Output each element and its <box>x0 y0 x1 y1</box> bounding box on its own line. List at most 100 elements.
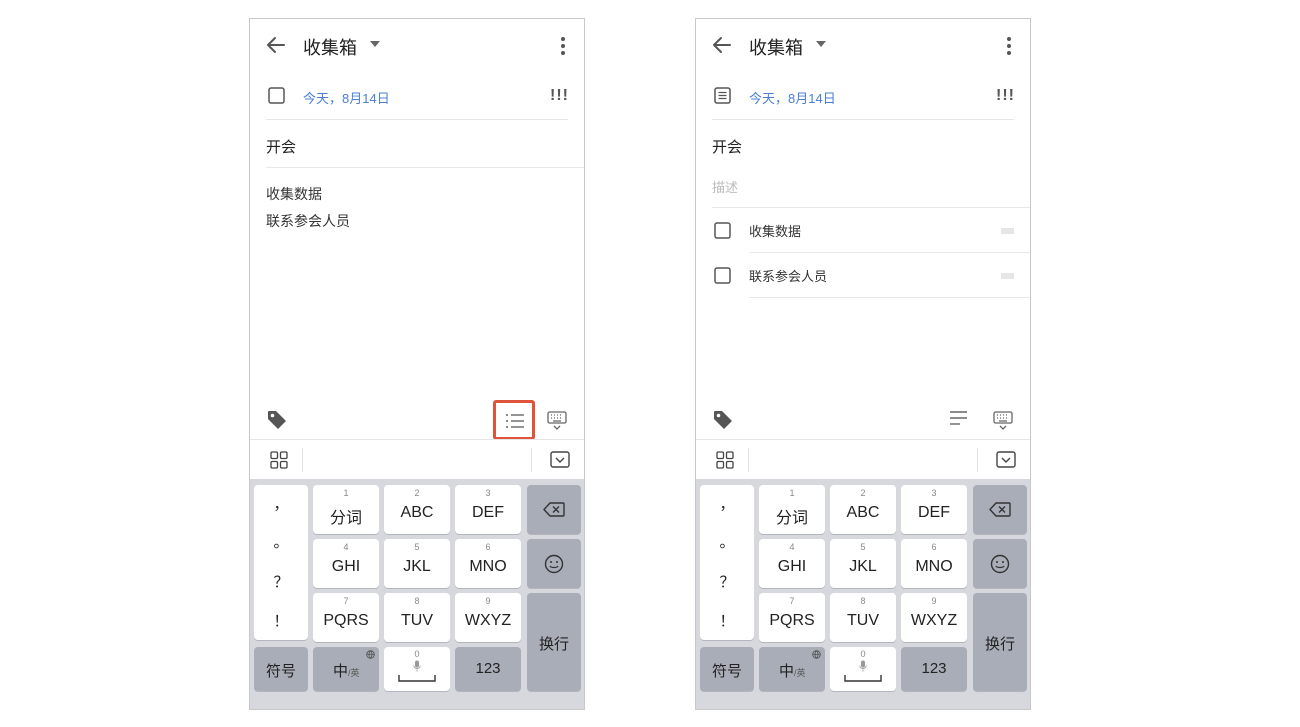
drag-handle-icon[interactable] <box>1001 228 1014 234</box>
punctuation-key-column[interactable]: ， 。 ？ ！ <box>700 485 754 640</box>
key-2[interactable]: 2 ABC <box>384 485 450 534</box>
key-6[interactable]: 6 MNO <box>901 539 967 588</box>
key-9[interactable]: 9 WXYZ <box>901 593 967 642</box>
emoji-key[interactable] <box>973 539 1027 588</box>
checklist-toggle-button[interactable] <box>493 400 535 440</box>
key-2[interactable]: 2 ABC <box>830 485 896 534</box>
key-1[interactable]: 1 分词 <box>759 485 825 534</box>
emoji-key[interactable] <box>527 539 581 588</box>
key-5[interactable]: 5 JKL <box>384 539 450 588</box>
key-number: 1 <box>789 488 795 498</box>
more-vertical-icon[interactable] <box>1002 35 1016 57</box>
key-1[interactable]: 1 分词 <box>313 485 379 534</box>
note-icon[interactable] <box>714 87 731 104</box>
punctuation-key-column[interactable]: ， 。 ？ ！ <box>254 485 308 640</box>
checklist-item[interactable]: 收集数据 <box>696 208 1030 253</box>
app-header: 收集箱 <box>696 19 1030 73</box>
grid-icon[interactable] <box>716 451 734 469</box>
backspace-icon <box>543 502 565 517</box>
punct-comma[interactable]: ， <box>254 493 308 514</box>
key-9[interactable]: 9 WXYZ <box>455 593 521 642</box>
punct-question[interactable]: ？ <box>700 571 754 592</box>
key-label: DEF <box>918 504 950 521</box>
due-date[interactable]: 今天，8月14日 <box>303 88 390 107</box>
key-3[interactable]: 3 DEF <box>455 485 521 534</box>
key-8[interactable]: 8 TUV <box>384 593 450 642</box>
key-7[interactable]: 7 PQRS <box>313 593 379 642</box>
description-placeholder[interactable]: 描述 <box>712 177 738 196</box>
space-bar-icon <box>844 675 882 682</box>
checklist-item-label[interactable]: 收集数据 <box>749 221 801 240</box>
space-bar-icon <box>398 675 436 682</box>
back-arrow-icon[interactable] <box>264 33 288 57</box>
backspace-key[interactable] <box>973 485 1027 534</box>
symbols-key[interactable]: 符号 <box>700 647 754 691</box>
page-title[interactable]: 收集箱 <box>303 34 357 60</box>
key-4[interactable]: 4 GHI <box>759 539 825 588</box>
description-line[interactable]: 联系参会人员 <box>266 211 350 231</box>
checkbox-icon[interactable] <box>714 222 731 239</box>
tag-icon[interactable] <box>266 409 288 431</box>
key-label: GHI <box>331 558 361 575</box>
punct-period[interactable]: 。 <box>254 531 308 552</box>
checklist-item-label[interactable]: 联系参会人员 <box>749 266 827 285</box>
back-arrow-icon[interactable] <box>710 33 734 57</box>
checkbox-icon[interactable] <box>268 87 285 104</box>
drag-handle-icon[interactable] <box>1001 273 1014 279</box>
enter-key[interactable]: 换行 <box>527 593 581 691</box>
key-number: 3 <box>485 488 491 498</box>
more-vertical-icon[interactable] <box>556 35 570 57</box>
punct-period[interactable]: 。 <box>700 531 754 552</box>
key-label: WXYZ <box>910 612 958 629</box>
key-6[interactable]: 6 MNO <box>455 539 521 588</box>
checklist-item[interactable]: 联系参会人员 <box>696 253 1030 298</box>
caret-down-icon[interactable] <box>370 41 380 47</box>
numbers-label: 123 <box>921 660 947 677</box>
language-switch-key[interactable]: 中 /英 <box>759 647 825 691</box>
due-date[interactable]: 今天，8月14日 <box>749 88 836 107</box>
priority-icon[interactable]: !!! <box>550 87 569 105</box>
key-number: 3 <box>931 488 937 498</box>
checkbox-icon[interactable] <box>714 267 731 284</box>
priority-icon[interactable]: !!! <box>996 87 1015 105</box>
numbers-key[interactable]: 123 <box>901 647 967 691</box>
backspace-key[interactable] <box>527 485 581 534</box>
key-number: 7 <box>789 596 795 606</box>
language-switch-key[interactable]: 中 /英 <box>313 647 379 691</box>
key-number: 2 <box>860 488 866 498</box>
enter-key[interactable]: 换行 <box>973 593 1027 691</box>
punct-exclaim[interactable]: ！ <box>700 610 754 631</box>
description-line[interactable]: 收集数据 <box>266 184 322 204</box>
punct-comma[interactable]: ， <box>700 493 754 514</box>
space-key[interactable]: 0 <box>384 647 450 691</box>
collapse-keyboard-icon[interactable] <box>996 451 1016 468</box>
key-8[interactable]: 8 TUV <box>830 593 896 642</box>
keyboard-icon[interactable] <box>546 409 568 431</box>
tag-icon[interactable] <box>712 409 734 431</box>
caret-down-icon[interactable] <box>816 41 826 47</box>
key-7[interactable]: 7 PQRS <box>759 593 825 642</box>
grid-icon[interactable] <box>270 451 288 469</box>
divider <box>531 448 532 472</box>
task-title[interactable]: 开会 <box>712 136 742 157</box>
key-number: 9 <box>485 596 491 606</box>
keyboard-icon[interactable] <box>992 409 1014 431</box>
collapse-keyboard-icon[interactable] <box>550 451 570 468</box>
text-mode-toggle-button[interactable] <box>939 400 981 440</box>
task-title[interactable]: 开会 <box>266 136 296 157</box>
key-5[interactable]: 5 JKL <box>830 539 896 588</box>
symbols-key[interactable]: 符号 <box>254 647 308 691</box>
key-number: 0 <box>860 649 866 659</box>
key-label: TUV <box>847 612 879 629</box>
divider <box>977 448 978 472</box>
space-key[interactable]: 0 <box>830 647 896 691</box>
punct-question[interactable]: ？ <box>254 571 308 592</box>
numbers-key[interactable]: 123 <box>455 647 521 691</box>
key-4[interactable]: 4 GHI <box>313 539 379 588</box>
lang-sub-label: /英 <box>348 668 360 678</box>
page-title[interactable]: 收集箱 <box>749 34 803 60</box>
key-label: GHI <box>777 558 807 575</box>
key-3[interactable]: 3 DEF <box>901 485 967 534</box>
key-number: 7 <box>343 596 349 606</box>
punct-exclaim[interactable]: ！ <box>254 610 308 631</box>
